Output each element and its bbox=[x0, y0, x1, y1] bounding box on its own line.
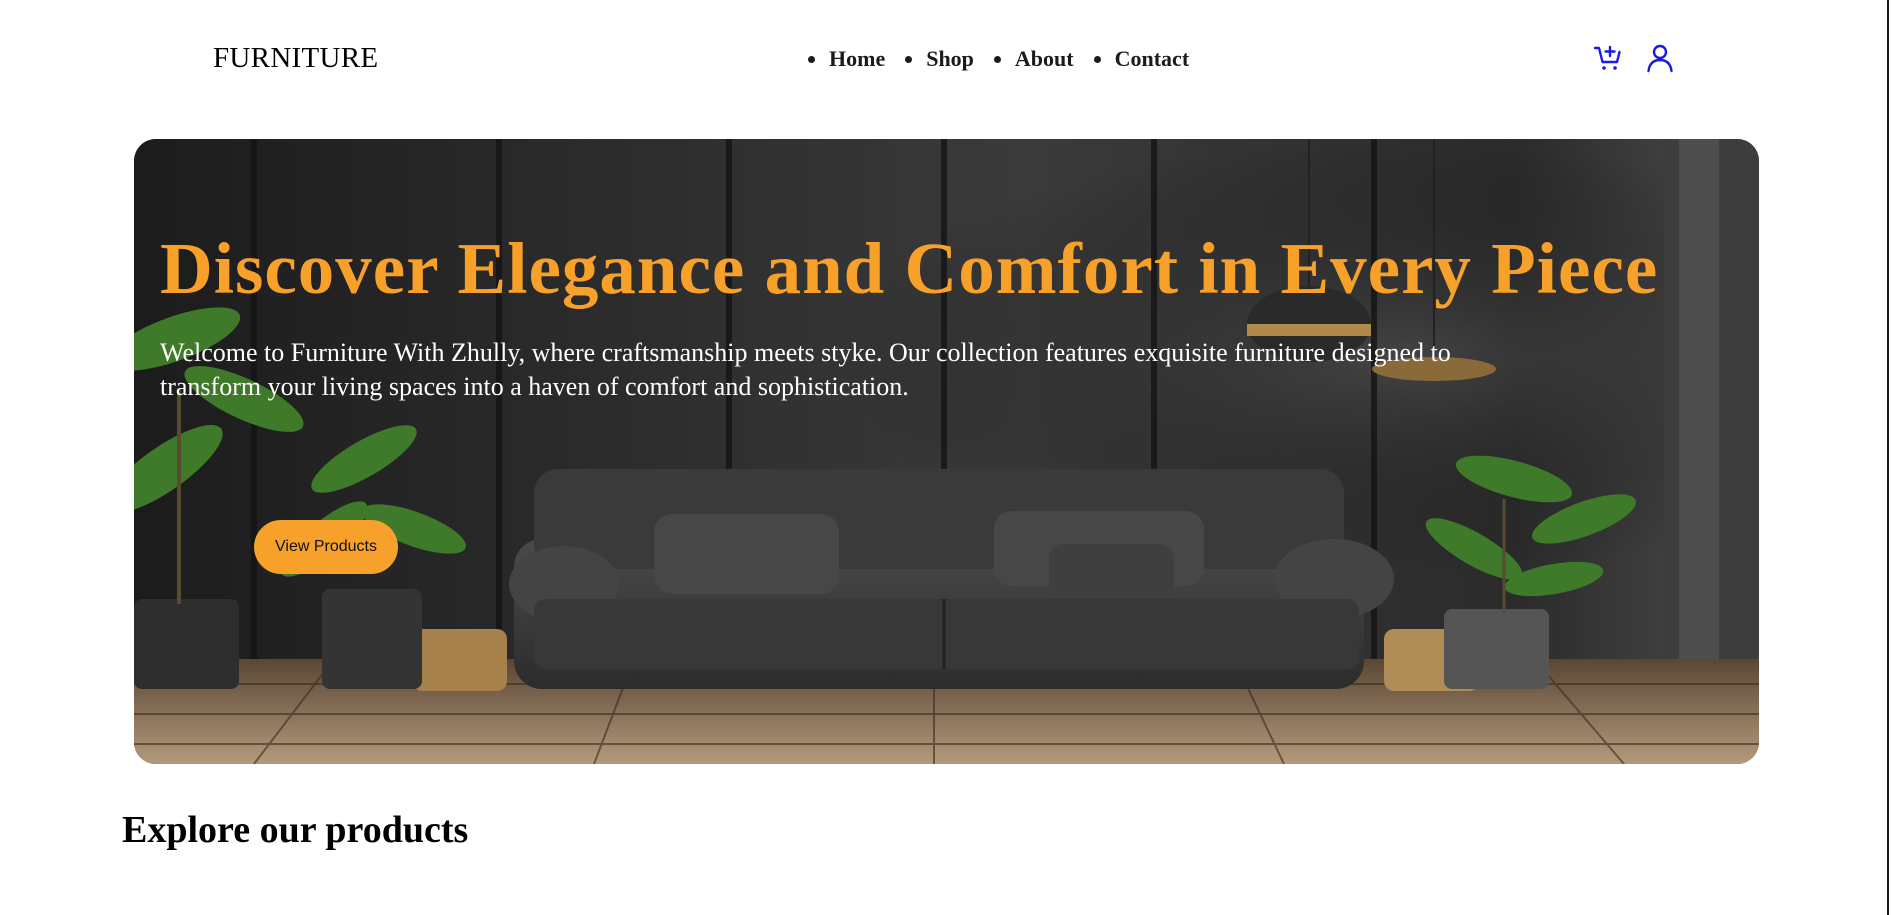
nav-item-shop[interactable]: Shop bbox=[905, 46, 974, 72]
bullet-icon bbox=[1093, 55, 1101, 63]
nav-item-label: Contact bbox=[1114, 46, 1190, 71]
bullet-icon bbox=[808, 55, 815, 63]
user-icon bbox=[1647, 44, 1673, 73]
main-nav: Home Shop About Contact bbox=[808, 46, 1209, 72]
view-products-button[interactable]: View Products bbox=[254, 520, 398, 574]
nav-item-about[interactable]: About bbox=[993, 46, 1074, 72]
user-button[interactable] bbox=[1644, 42, 1676, 74]
cart-add-icon bbox=[1593, 45, 1621, 70]
nav-item-label: Home bbox=[829, 46, 886, 71]
cart-button[interactable] bbox=[1592, 42, 1624, 74]
hero-title: Discover Elegance and Comfort in Every P… bbox=[160, 228, 1659, 309]
nav-item-label: Shop bbox=[926, 46, 974, 71]
brand-logo[interactable]: FURNITURE bbox=[213, 42, 378, 75]
bullet-icon bbox=[905, 55, 913, 63]
bullet-icon bbox=[993, 55, 1001, 63]
hero-description: Welcome to Furniture With Zhully, where … bbox=[160, 338, 1451, 401]
nav-item-contact[interactable]: Contact bbox=[1093, 46, 1190, 72]
explore-products-heading: Explore our products bbox=[122, 809, 469, 851]
nav-item-label: About bbox=[1014, 46, 1074, 71]
hero-banner: Discover Elegance and Comfort in Every P… bbox=[134, 139, 1759, 764]
nav-item-home[interactable]: Home bbox=[808, 46, 885, 72]
